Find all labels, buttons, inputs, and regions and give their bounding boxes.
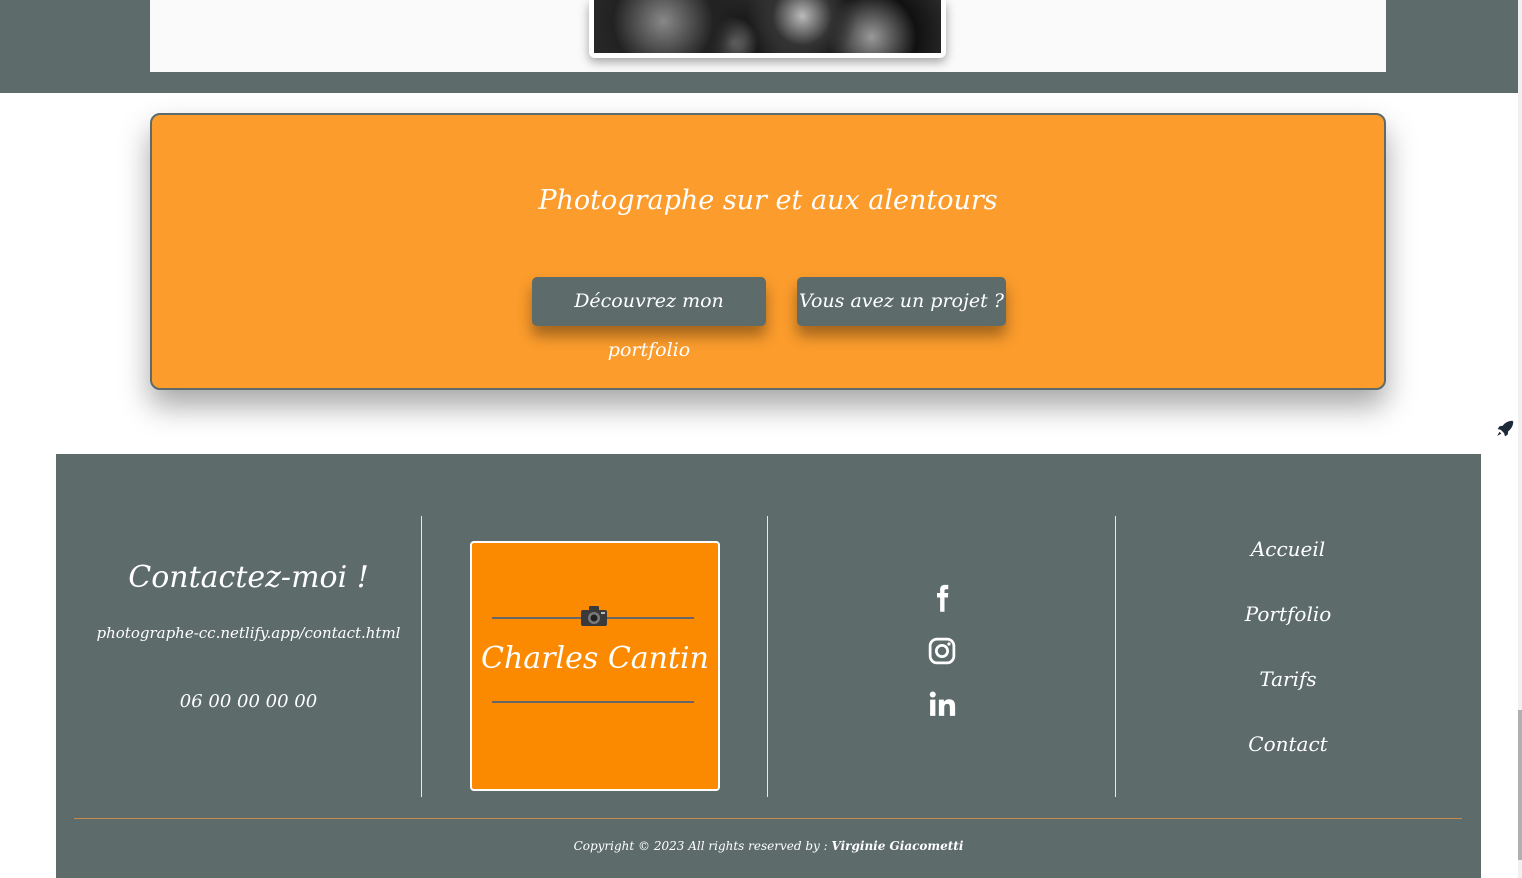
photo-image bbox=[594, 0, 941, 53]
logo-name: Charles Cantin bbox=[481, 641, 709, 676]
cta-title: Photographe sur et aux alentours bbox=[538, 185, 998, 216]
contact-url-link[interactable]: photographe-cc.netlify.app/contact.html bbox=[56, 624, 441, 642]
footer-rule bbox=[74, 818, 1462, 819]
contact-title: Contactez-moi ! bbox=[128, 560, 369, 595]
scrollbar-thumb[interactable] bbox=[1518, 710, 1522, 860]
footer-divider bbox=[767, 516, 768, 797]
footer-divider bbox=[421, 516, 422, 797]
footer-divider bbox=[1115, 516, 1116, 797]
featured-photo bbox=[589, 0, 946, 58]
instagram-icon[interactable] bbox=[927, 636, 957, 666]
logo-line bbox=[492, 701, 694, 703]
footer-nav-tarifs[interactable]: Tarifs bbox=[1117, 667, 1459, 691]
copyright-author: Virginie Giacometti bbox=[831, 839, 964, 853]
copyright-text: Copyright © 2023 All rights reserved by … bbox=[573, 839, 828, 853]
rocket-icon[interactable] bbox=[1494, 418, 1516, 440]
brand-logo[interactable]: Charles Cantin bbox=[470, 541, 720, 791]
footer-nav-contact[interactable]: Contact bbox=[1117, 732, 1459, 756]
camera-icon bbox=[581, 606, 607, 626]
linkedin-icon[interactable] bbox=[927, 689, 957, 719]
portfolio-button[interactable]: Découvrez mon portfolio bbox=[532, 277, 766, 361]
cta-banner: Photographe sur et aux alentours Découvr… bbox=[150, 113, 1386, 390]
footer-nav-accueil[interactable]: Accueil bbox=[1117, 537, 1459, 561]
facebook-icon[interactable] bbox=[927, 583, 957, 613]
project-button[interactable]: Vous avez un projet ? bbox=[797, 277, 1006, 326]
footer-nav-portfolio[interactable]: Portfolio bbox=[1117, 602, 1459, 626]
contact-phone[interactable]: 06 00 00 00 00 bbox=[56, 691, 441, 712]
scrollbar[interactable] bbox=[1518, 0, 1522, 878]
footer: Contactez-moi ! photographe-cc.netlify.a… bbox=[56, 454, 1481, 878]
copyright: Copyright © 2023 All rights reserved by … bbox=[56, 839, 1481, 853]
